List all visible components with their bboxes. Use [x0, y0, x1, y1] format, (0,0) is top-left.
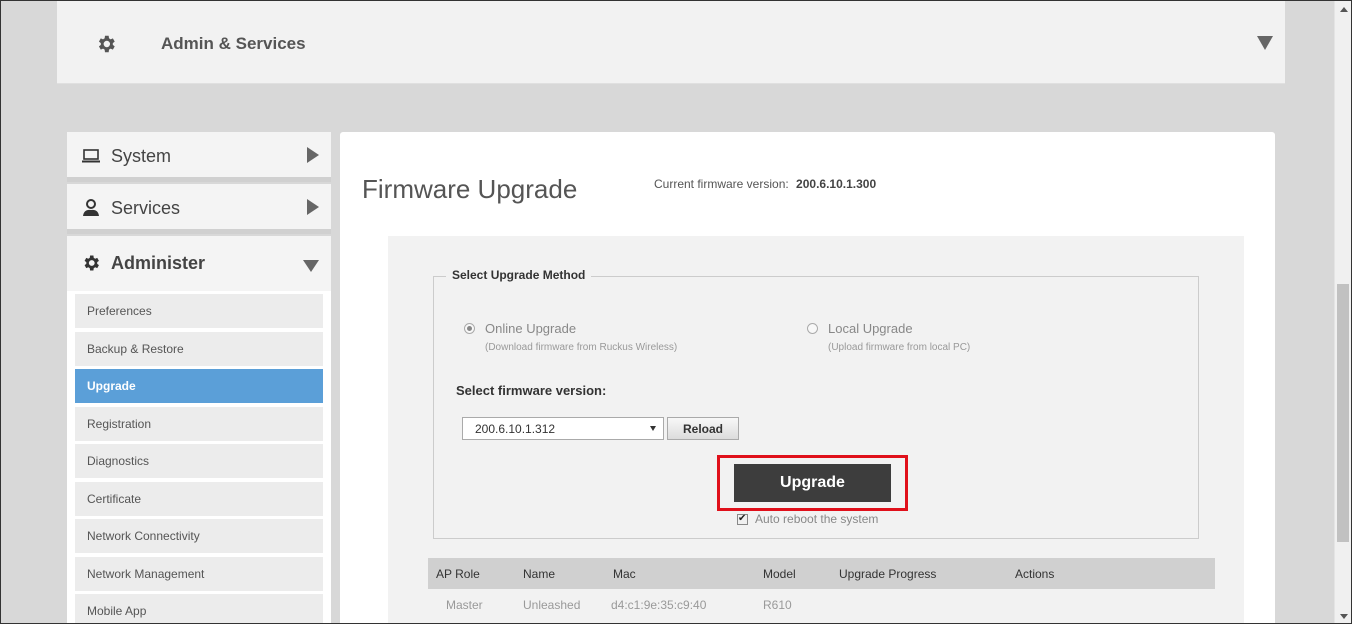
- sidebar-item-network-management[interactable]: Network Management: [75, 556, 323, 591]
- upgrade-button[interactable]: Upgrade: [734, 464, 891, 502]
- sidebar-item-backup-restore[interactable]: Backup & Restore: [75, 331, 323, 366]
- auto-reboot-label: Auto reboot the system: [755, 512, 879, 526]
- sidebar-item-registration[interactable]: Registration: [75, 406, 323, 441]
- table-cell: Master: [446, 598, 483, 612]
- scroll-up-icon[interactable]: [1340, 7, 1348, 12]
- sidebar-section-label: System: [111, 146, 172, 166]
- auto-reboot-option[interactable]: ✔ Auto reboot the system: [737, 512, 878, 526]
- upgrade-content: Select Upgrade Method Online Upgrade (Do…: [388, 236, 1244, 623]
- online-upgrade-option[interactable]: Online Upgrade (Download firmware from R…: [464, 321, 677, 353]
- services-icon: [83, 199, 99, 216]
- column-header: Name: [523, 567, 556, 581]
- header-title: Admin & Services: [161, 34, 306, 53]
- chevron-down-icon[interactable]: [1257, 36, 1273, 50]
- current-firmware-label: Current firmware version:: [654, 177, 789, 191]
- vertical-scrollbar[interactable]: [1334, 1, 1351, 623]
- sidebar-section-services[interactable]: Services: [67, 184, 331, 234]
- table-cell: d4:c1:9e:35:c9:40: [611, 598, 707, 612]
- table-cell: R610: [763, 598, 792, 612]
- column-header: Model: [763, 567, 796, 581]
- current-firmware: Current firmware version: 200.6.10.1.300: [654, 177, 876, 191]
- chevron-down-icon: [303, 260, 319, 272]
- fieldset-legend: Select Upgrade Method: [446, 268, 592, 282]
- online-upgrade-desc: (Download firmware from Ruckus Wireless): [485, 342, 678, 353]
- chevron-right-icon: [307, 147, 319, 163]
- current-firmware-value: 200.6.10.1.300: [796, 177, 877, 191]
- gear-icon: [84, 255, 99, 271]
- app-frame: Admin & Services System Services Adminis…: [0, 0, 1352, 624]
- caret-down-icon: [650, 426, 656, 431]
- sidebar-item-diagnostics[interactable]: Diagnostics: [75, 444, 323, 478]
- sidebar-section-administer[interactable]: Administer: [67, 236, 331, 291]
- column-header: Upgrade Progress: [839, 567, 937, 581]
- administer-submenu: Preferences Backup & Restore Upgrade Reg…: [67, 291, 331, 623]
- local-upgrade-option[interactable]: Local Upgrade (Upload firmware from loca…: [807, 321, 970, 353]
- local-upgrade-radio[interactable]: [807, 323, 818, 334]
- sidebar-item-upgrade[interactable]: Upgrade: [75, 369, 323, 403]
- firmware-version-value: 200.6.10.1.312: [475, 422, 556, 436]
- column-header: AP Role: [436, 567, 480, 581]
- column-header: Mac: [613, 567, 636, 581]
- sidebar-section-label: Administer: [111, 253, 206, 273]
- sidebar-section-label: Services: [111, 198, 181, 218]
- laptop-icon: [82, 149, 100, 163]
- local-upgrade-desc: (Upload firmware from local PC): [828, 342, 971, 353]
- select-firmware-label: Select firmware version:: [456, 383, 607, 398]
- ap-table: AP Role Name Mac Model Upgrade Progress …: [428, 558, 1215, 619]
- table-header: AP Role Name Mac Model Upgrade Progress …: [428, 558, 1215, 589]
- chevron-right-icon: [307, 199, 319, 215]
- sidebar: System Services Administer Preferences B…: [67, 132, 331, 623]
- table-cell: Unleashed: [523, 598, 581, 612]
- sidebar-item-certificate[interactable]: Certificate: [75, 481, 323, 516]
- page-title: Firmware Upgrade: [362, 174, 578, 204]
- local-upgrade-label: Local Upgrade: [828, 321, 913, 336]
- sidebar-section-system[interactable]: System: [67, 132, 331, 182]
- column-header: Actions: [1015, 567, 1055, 581]
- upgrade-method-fieldset: Select Upgrade Method Online Upgrade (Do…: [433, 268, 1199, 539]
- sidebar-item-mobile-app[interactable]: Mobile App: [75, 594, 323, 623]
- scroll-down-icon[interactable]: [1340, 614, 1348, 619]
- auto-reboot-checkbox[interactable]: ✔: [737, 512, 748, 525]
- online-upgrade-radio[interactable]: [464, 323, 475, 334]
- main-panel: Firmware Upgrade Current firmware versio…: [340, 132, 1275, 623]
- reload-button[interactable]: Reload: [667, 417, 739, 440]
- table-row[interactable]: Master Unleashed d4:c1:9e:35:c9:40 R610: [428, 589, 1215, 619]
- firmware-version-select[interactable]: 200.6.10.1.312: [462, 417, 664, 440]
- sidebar-item-preferences[interactable]: Preferences: [75, 294, 323, 328]
- sidebar-item-network-connectivity[interactable]: Network Connectivity: [75, 519, 323, 553]
- online-upgrade-label: Online Upgrade: [485, 321, 577, 336]
- admin-services-header[interactable]: Admin & Services: [57, 1, 1285, 84]
- checkmark-icon: ✔: [738, 512, 747, 524]
- scrollbar-thumb[interactable]: [1337, 284, 1349, 542]
- gear-icon: [98, 35, 115, 53]
